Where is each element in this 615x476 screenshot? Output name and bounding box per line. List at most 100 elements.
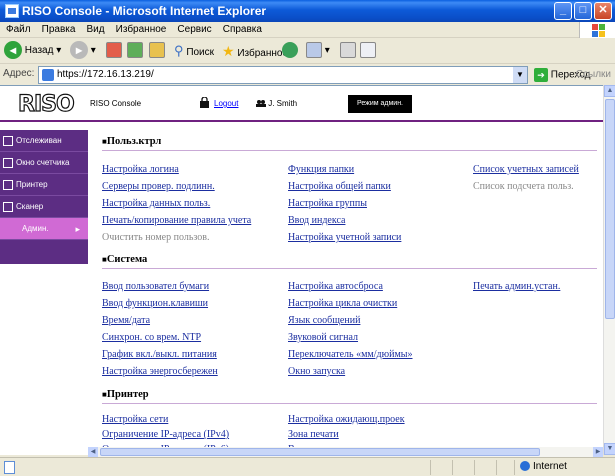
- link-beep-sound[interactable]: Звуковой сигнал: [288, 332, 358, 343]
- link-mm-inch-switch[interactable]: Переключатель «мм/дюймы»: [288, 349, 413, 360]
- link-account-list[interactable]: Список учетных записей: [473, 164, 579, 175]
- minimize-button[interactable]: _: [554, 2, 572, 20]
- link-time-date[interactable]: Время/дата: [102, 315, 150, 326]
- edit-button[interactable]: [360, 41, 376, 61]
- link-shared-folder-settings[interactable]: Настройка общей папки: [288, 181, 391, 192]
- menu-tools[interactable]: Сервис: [173, 22, 215, 38]
- scroll-thumb[interactable]: [605, 99, 615, 319]
- link-print-area[interactable]: Зона печати: [288, 429, 339, 440]
- menu-file[interactable]: Файл: [0, 22, 35, 38]
- monitor-icon: [3, 136, 13, 146]
- link-login-settings[interactable]: Настройка логина: [102, 164, 179, 175]
- user-count-list-disabled: Список подсчета польз.: [473, 181, 574, 192]
- link-message-language[interactable]: Язык сообщений: [288, 315, 360, 326]
- link-user-paper-input[interactable]: Ввод пользовател бумаги: [102, 281, 209, 292]
- scroll-left-icon[interactable]: ◀: [88, 447, 98, 457]
- back-button[interactable]: ◂ Назад ▾: [4, 41, 61, 61]
- status-divider: [452, 460, 453, 475]
- link-auto-reset[interactable]: Настройка автосброса: [288, 281, 383, 292]
- counter-icon: [3, 158, 13, 168]
- stop-button[interactable]: [106, 41, 122, 61]
- scroll-down-icon[interactable]: ▼: [604, 443, 615, 455]
- print-button[interactable]: [340, 41, 356, 61]
- link-auth-servers[interactable]: Серверы провер. подлинн.: [102, 181, 215, 192]
- section-divider: [102, 403, 597, 404]
- scroll-up-icon[interactable]: ▲: [604, 85, 615, 97]
- sidebar-item-scanner[interactable]: Сканер: [0, 196, 88, 218]
- page-status-icon: [4, 461, 15, 474]
- printer-icon: [3, 180, 13, 190]
- link-power-saving-settings[interactable]: Настройка энергосбережен: [102, 366, 218, 377]
- link-pending-job-settings[interactable]: Настройка ожидающ.проек: [288, 414, 405, 425]
- status-divider: [496, 460, 497, 475]
- window-titlebar: RISO Console - Microsoft Internet Explor…: [0, 0, 615, 22]
- link-ntp-sync[interactable]: Синхрон. со врем. NTP: [102, 332, 201, 343]
- address-label: Адрес:: [3, 68, 35, 79]
- menu-favorites[interactable]: Избранное: [112, 22, 171, 38]
- scroll-right-icon[interactable]: ▶: [593, 447, 603, 457]
- link-group-settings[interactable]: Настройка группы: [288, 198, 367, 209]
- search-button[interactable]: ⚲ Поиск: [174, 41, 214, 61]
- media-button[interactable]: [282, 41, 298, 61]
- user-icon: [256, 100, 266, 108]
- page-icon: [42, 69, 54, 81]
- maximize-button[interactable]: □: [574, 2, 592, 20]
- media-icon: [282, 42, 298, 59]
- menu-help[interactable]: Справка: [219, 22, 266, 38]
- riso-logo: RISO: [17, 91, 75, 117]
- link-print-copy-accounting-rules[interactable]: Печать/копирование правила учета: [102, 215, 251, 226]
- security-zone: Internet: [520, 461, 567, 472]
- vertical-scrollbar[interactable]: ▲ ▼: [603, 85, 615, 455]
- sidebar-panel: Отслеживан Окно счетчика Принтер Сканер …: [0, 130, 88, 264]
- close-button[interactable]: ✕: [594, 2, 612, 20]
- link-power-schedule[interactable]: График вкл./выкл. питания: [102, 349, 217, 360]
- stop-icon: [106, 42, 122, 59]
- menu-bar: Файл Правка Вид Избранное Сервис Справка: [0, 22, 615, 38]
- link-print-admin-settings[interactable]: Печать админ.устан.: [473, 281, 560, 292]
- link-ipv4-restriction[interactable]: Ограничение IP-адреса (IPv4): [102, 429, 229, 440]
- link-index-input[interactable]: Ввод индекса: [288, 215, 345, 226]
- sidebar-item-tracking[interactable]: Отслеживан: [0, 130, 88, 152]
- menu-edit[interactable]: Правка: [38, 22, 80, 38]
- favorites-button[interactable]: ★ Избранное: [222, 41, 288, 61]
- logout-link[interactable]: Logout: [214, 99, 238, 108]
- lock-icon: [200, 97, 209, 108]
- link-folder-function[interactable]: Функция папки: [288, 164, 354, 175]
- links-label[interactable]: Ссылки: [576, 69, 611, 80]
- status-divider: [430, 460, 431, 475]
- back-arrow-icon: ◂: [4, 41, 22, 60]
- hscroll-thumb[interactable]: [100, 448, 540, 456]
- page-viewport: RISO RISO Console Logout J. Smith Режим …: [0, 85, 603, 455]
- user-name: J. Smith: [256, 99, 297, 108]
- link-cleaning-cycle[interactable]: Настройка цикла очистки: [288, 298, 397, 309]
- clear-user-number-disabled: Очистить номер пользов.: [102, 232, 210, 243]
- forward-arrow-icon: ▸: [70, 41, 88, 60]
- admin-mode-button[interactable]: Режим админ.: [348, 95, 412, 113]
- window-controls: _ □ ✕: [554, 2, 612, 20]
- menu-view[interactable]: Вид: [83, 22, 109, 38]
- link-network-settings[interactable]: Настройка сети: [102, 414, 168, 425]
- link-user-data-settings[interactable]: Настройка данных польз.: [102, 198, 210, 209]
- horizontal-scrollbar[interactable]: ◀ ▶: [88, 447, 603, 457]
- link-function-key-input[interactable]: Ввод функцион.клавиши: [102, 298, 208, 309]
- console-label: RISO Console: [90, 99, 142, 108]
- sidebar-item-counter[interactable]: Окно счетчика: [0, 152, 88, 174]
- section-title-printer: Принтер: [102, 389, 149, 400]
- chevron-down-icon[interactable]: ▼: [513, 67, 527, 83]
- section-divider: [102, 268, 597, 269]
- home-icon: [149, 42, 165, 59]
- history-button[interactable]: ▾: [306, 41, 330, 61]
- sidebar-item-printer[interactable]: Принтер: [0, 174, 88, 196]
- print-icon: [340, 42, 356, 59]
- status-bar: Internet: [0, 457, 615, 476]
- link-account-settings[interactable]: Настройка учетной записи: [288, 232, 401, 243]
- forward-button[interactable]: ▸ ▾: [70, 41, 96, 61]
- address-input[interactable]: https://172.16.13.219/ ▼: [38, 66, 528, 84]
- home-button[interactable]: [149, 41, 165, 61]
- globe-icon: [520, 461, 530, 472]
- refresh-button[interactable]: [127, 41, 143, 61]
- section-title-system: Система: [102, 254, 147, 265]
- sidebar-item-admin[interactable]: Админ.: [0, 218, 88, 240]
- link-startup-window[interactable]: Окно запуска: [288, 366, 345, 377]
- refresh-icon: [127, 42, 143, 59]
